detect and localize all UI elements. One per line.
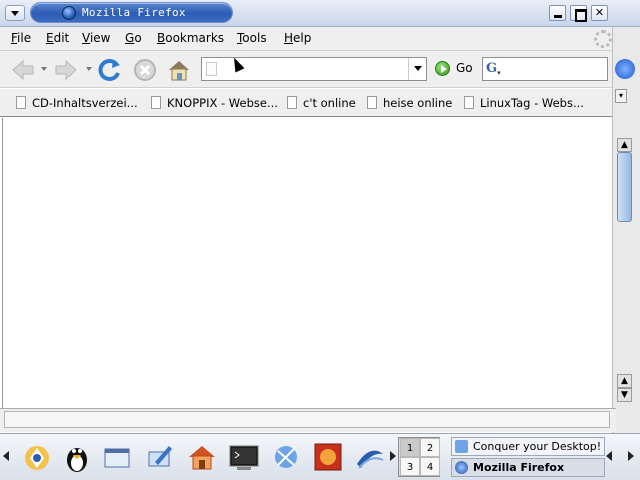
taskbar-scroll-left-icon[interactable] bbox=[606, 451, 612, 461]
bookmark-page-icon bbox=[464, 96, 474, 109]
background-window-icon bbox=[615, 59, 635, 79]
page-content[interactable] bbox=[2, 118, 612, 408]
maximize-button[interactable] bbox=[570, 5, 587, 22]
bookmark-page-icon bbox=[367, 96, 377, 109]
window-menu-button[interactable] bbox=[5, 5, 25, 21]
pager-desktop-1[interactable]: 1 bbox=[400, 438, 420, 457]
panel-scroll-left-icon[interactable] bbox=[3, 451, 9, 461]
bookmark-item[interactable]: LinuxTag - Webs... bbox=[464, 96, 584, 112]
reload-icon[interactable] bbox=[97, 57, 123, 83]
pager-desktop-2[interactable]: 2 bbox=[420, 438, 440, 457]
back-arrow-icon[interactable] bbox=[10, 57, 36, 83]
firefox-icon bbox=[455, 461, 468, 474]
menu-file[interactable]: File bbox=[11, 31, 31, 45]
menu-view[interactable]: View bbox=[82, 31, 110, 45]
openoffice-icon[interactable] bbox=[353, 440, 387, 474]
home-folder-icon[interactable] bbox=[185, 440, 219, 474]
bookmark-label: heise online bbox=[383, 96, 453, 110]
forward-arrow-icon[interactable] bbox=[53, 57, 79, 83]
bookmark-page-icon bbox=[16, 96, 26, 109]
background-window-dropdown: ▾ bbox=[615, 89, 627, 103]
taskbar-task-konqueror[interactable]: Conquer your Desktop! - Ko bbox=[451, 437, 605, 456]
bookmark-label: KNOPPIX - Webse... bbox=[167, 96, 278, 110]
close-button[interactable]: ✕ bbox=[591, 5, 608, 21]
kde-menu-icon[interactable] bbox=[20, 440, 54, 474]
bookmark-label: LinuxTag - Webs... bbox=[480, 96, 584, 110]
menu-tools[interactable]: Tools bbox=[237, 31, 267, 45]
go-button[interactable]: Go bbox=[435, 59, 477, 79]
url-history-dropdown[interactable] bbox=[408, 58, 426, 80]
bookmark-label: CD-Inhaltsverzei... bbox=[32, 96, 138, 110]
scroll-up-arrow-icon[interactable]: ▲ bbox=[617, 138, 632, 152]
knoppix-icon[interactable] bbox=[311, 440, 345, 474]
home-icon[interactable] bbox=[166, 57, 192, 83]
go-label: Go bbox=[456, 61, 473, 75]
minimize-button[interactable] bbox=[549, 5, 566, 21]
konqueror-browser-icon[interactable] bbox=[269, 440, 303, 474]
panel-scroll-right-icon[interactable] bbox=[390, 451, 396, 461]
menu-help[interactable]: Help bbox=[284, 31, 311, 45]
forward-history-dropdown[interactable] bbox=[86, 67, 92, 71]
google-search-engine-icon[interactable]: G▾ bbox=[486, 61, 504, 77]
desktop-windows-icon[interactable] bbox=[100, 440, 134, 474]
pager-desktop-4[interactable]: 4 bbox=[420, 457, 440, 476]
status-text bbox=[4, 411, 610, 428]
bookmark-label: c't online bbox=[303, 96, 356, 110]
scroll-up-arrow-icon[interactable]: ▲ bbox=[617, 374, 632, 388]
stop-icon[interactable] bbox=[132, 57, 158, 83]
menu-edit[interactable]: Edit bbox=[46, 31, 69, 45]
window-title: Mozilla Firefox bbox=[82, 6, 186, 19]
taskbar-task-firefox[interactable]: Mozilla Firefox bbox=[451, 458, 605, 477]
scroll-thumb[interactable] bbox=[617, 152, 632, 222]
pager-desktop-3[interactable]: 3 bbox=[400, 457, 420, 476]
vertical-scrollbar[interactable] bbox=[612, 27, 640, 433]
bookmark-item[interactable]: KNOPPIX - Webse... bbox=[151, 96, 278, 112]
firefox-globe-icon bbox=[62, 6, 76, 20]
menu-bookmarks[interactable]: Bookmarks bbox=[157, 31, 224, 45]
text-editor-icon[interactable] bbox=[143, 440, 177, 474]
bookmark-page-icon bbox=[151, 96, 161, 109]
bookmark-item[interactable]: heise online bbox=[367, 96, 452, 112]
throbber-icon bbox=[594, 30, 612, 48]
bookmark-item[interactable]: CD-Inhaltsverzei... bbox=[16, 96, 138, 112]
terminal-icon[interactable] bbox=[227, 440, 261, 474]
taskbar-scroll-right-icon[interactable] bbox=[628, 451, 634, 461]
task-label: Mozilla Firefox bbox=[473, 461, 565, 474]
back-history-dropdown[interactable] bbox=[41, 67, 47, 71]
bookmark-item[interactable]: c't online bbox=[287, 96, 356, 112]
page-proxy-icon[interactable] bbox=[206, 62, 217, 76]
task-label: Conquer your Desktop! - Ko bbox=[473, 440, 604, 453]
konqueror-icon bbox=[455, 440, 468, 453]
menu-go[interactable]: Go bbox=[125, 31, 142, 45]
scroll-down-arrow-icon[interactable]: ▼ bbox=[617, 388, 632, 402]
tux-penguin-icon[interactable] bbox=[60, 440, 94, 474]
bookmark-page-icon bbox=[287, 96, 297, 109]
window-title-pill: Mozilla Firefox bbox=[30, 2, 233, 23]
go-arrow-icon bbox=[435, 61, 450, 76]
